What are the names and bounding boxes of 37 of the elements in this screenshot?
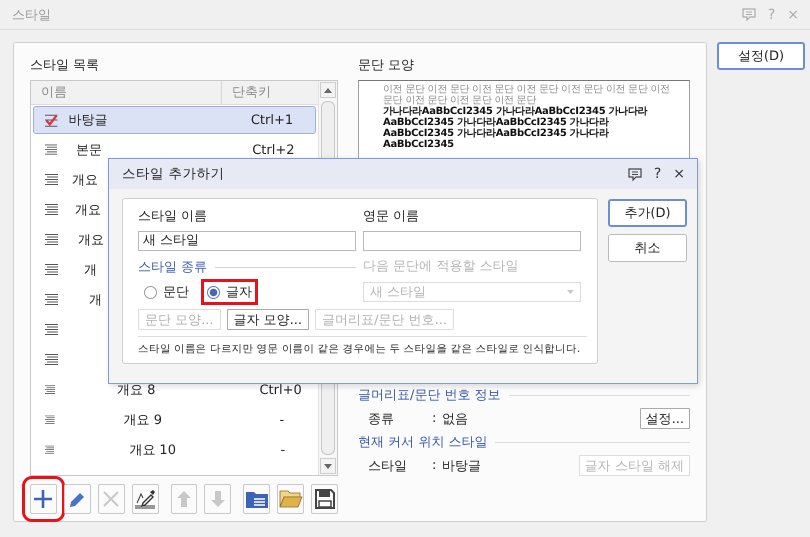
preview-text: 가나다라AaBbCcI2345 가나다라AaBbCcI2345 가나다라AaBbCcI2345 가나다라AaBbCcI2345 가나다라AaBbCcI2345 가나다라AaBbCcI2345 가나다라AaBbCcI2345 <box>383 106 648 150</box>
info-label: 스타일 <box>368 458 408 474</box>
column-header: 이름 <box>31 81 222 104</box>
dialog-title: 스타일 추가하기 <box>122 165 226 183</box>
style-name: 개요 9 <box>124 413 162 428</box>
style-name: 개 <box>84 263 97 278</box>
group-label: 스타일 종류 <box>138 259 208 276</box>
info-value: 바탕글 <box>442 458 482 474</box>
style-name: 개요 10 <box>129 443 176 458</box>
info-value: 없음 <box>442 410 469 428</box>
field-label: 영문 이름 <box>363 208 420 226</box>
shortcut-text: Ctrl+0 <box>258 382 303 398</box>
style-name: 개요 8 <box>116 383 156 398</box>
section-title: 문단 모양 <box>358 57 416 75</box>
separator-text: : <box>432 458 438 473</box>
shortcut-text: Ctrl+1 <box>250 112 294 128</box>
style-name: 개요 <box>72 173 98 188</box>
separator-text: : <box>432 411 438 426</box>
style-name: 개 <box>89 293 102 308</box>
shortcut-text: - <box>278 412 286 428</box>
preview-text: 이전 문단 이전 문단 이전 문단 이전 문단 이전 문단 이전 문단 이전 문단 이전 문단 이전 문단 이전 문단 <box>383 84 671 106</box>
note-text: 스타일 이름은 다르지만 영문 이름이 같은 경우에는 두 스타일을 같은 스타일로 인식합니다. <box>138 342 582 356</box>
field-label: 다음 문단에 적용할 스타일 <box>363 258 520 276</box>
style-name: 개요 <box>75 203 101 218</box>
shortcut-text: - <box>279 442 286 458</box>
style-name: 본문 <box>76 143 102 158</box>
section-title: 스타일 목록 <box>30 57 100 75</box>
field-label: 스타일 이름 <box>138 208 208 226</box>
section-heading: 글머리표/문단 번호 정보 <box>358 387 501 404</box>
column-header: 단축키 <box>231 84 271 102</box>
section-heading: 현재 커서 위치 스타일 <box>358 434 488 451</box>
style-name: 개요 <box>78 233 104 248</box>
info-label: 종류 <box>368 410 395 428</box>
style-name: 바탕글 <box>68 113 108 128</box>
shortcut-text: Ctrl+2 <box>251 142 296 158</box>
dropdown-value: 새 스타일 <box>370 284 426 301</box>
window-title: 스타일 <box>12 6 52 24</box>
